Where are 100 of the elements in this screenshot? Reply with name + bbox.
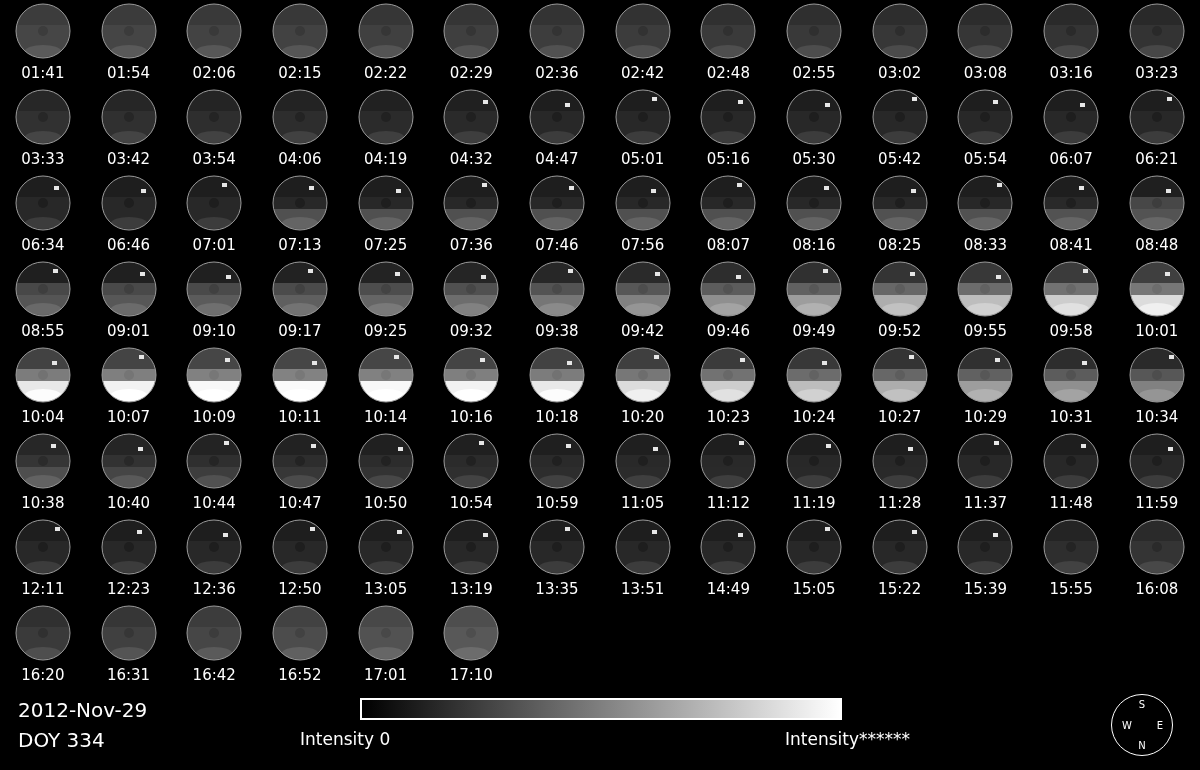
time-label: 10:20 [621, 408, 665, 426]
time-label: 10:54 [449, 494, 493, 512]
time-label: 06:34 [21, 236, 65, 254]
time-label: 10:23 [706, 408, 750, 426]
time-label: 10:11 [278, 408, 322, 426]
time-label: 02:36 [535, 64, 579, 82]
time-label: 07:36 [449, 236, 493, 254]
time-label: 01:41 [21, 64, 65, 82]
time-label: 11:37 [963, 494, 1007, 512]
time-label: 10:47 [278, 494, 322, 512]
time-label: 02:29 [449, 64, 493, 82]
time-label: 08:55 [21, 322, 65, 340]
time-label: 08:33 [963, 236, 1007, 254]
time-label: 10:04 [21, 408, 65, 426]
time-label: 15:55 [1049, 580, 1093, 598]
time-label: 02:15 [278, 64, 322, 82]
time-label: 13:19 [449, 580, 493, 598]
time-label: 02:48 [706, 64, 750, 82]
time-label: 02:42 [621, 64, 665, 82]
time-label: 16:20 [21, 666, 65, 684]
time-label: 10:27 [878, 408, 922, 426]
time-label: 06:21 [1135, 150, 1179, 168]
time-label: 11:28 [878, 494, 922, 512]
time-label: 17:01 [363, 666, 408, 684]
time-label: 11:48 [1049, 494, 1093, 512]
time-label: 04:32 [449, 150, 493, 168]
time-label: 03:23 [1135, 64, 1179, 82]
time-label: 05:16 [706, 150, 750, 168]
time-label: 10:31 [1049, 408, 1093, 426]
time-label: 02:55 [792, 64, 836, 82]
time-label: 03:33 [21, 150, 65, 168]
time-label: 17:10 [449, 666, 493, 684]
compass-letter: S [1138, 699, 1146, 710]
time-label: 12:50 [278, 580, 322, 598]
time-label: 04:47 [535, 150, 579, 168]
time-label: 08:07 [706, 236, 750, 254]
time-label: 15:22 [878, 580, 922, 598]
time-label: 03:42 [106, 150, 151, 168]
compass-letter: N [1138, 740, 1146, 751]
time-label: 10:34 [1135, 408, 1179, 426]
time-label: 16:42 [192, 666, 236, 684]
time-label: 10:59 [535, 494, 579, 512]
time-label: 09:49 [792, 322, 836, 340]
time-label: 02:06 [192, 64, 236, 82]
time-label: 13:05 [363, 580, 408, 598]
time-label: 11:59 [1135, 494, 1179, 512]
time-label: 10:29 [963, 408, 1007, 426]
time-label: 09:55 [963, 322, 1007, 340]
time-label: 05:42 [878, 150, 922, 168]
time-label: 12:23 [106, 580, 151, 598]
time-label: 07:25 [363, 236, 408, 254]
time-label: 03:54 [192, 150, 236, 168]
time-label: 07:46 [535, 236, 579, 254]
time-label: 09:17 [278, 322, 322, 340]
date-label: 2012-Nov-29 [18, 698, 148, 722]
time-label: 03:02 [878, 64, 922, 82]
time-label: 07:13 [278, 236, 322, 254]
time-label: 16:52 [278, 666, 322, 684]
time-label: 11:05 [621, 494, 665, 512]
time-label: 10:44 [192, 494, 236, 512]
time-label: 15:39 [963, 580, 1007, 598]
time-label: 05:30 [792, 150, 836, 168]
time-label: 09:10 [192, 322, 236, 340]
time-label: 15:05 [792, 580, 836, 598]
time-label: 06:07 [1049, 150, 1093, 168]
time-label: 10:14 [363, 408, 408, 426]
compass-letter: E [1156, 719, 1163, 731]
time-label: 08:48 [1135, 236, 1179, 254]
time-label: 14:49 [706, 580, 750, 598]
time-label: 10:09 [192, 408, 236, 426]
time-label: 08:25 [878, 236, 922, 254]
compass-letter: W [1122, 719, 1132, 731]
time-label: 10:50 [363, 494, 408, 512]
time-label: 13:35 [535, 580, 579, 598]
max-intensity-label: Intensity****** [785, 729, 910, 749]
time-label: 13:51 [621, 580, 665, 598]
time-label: 09:38 [535, 322, 579, 340]
time-label: 07:01 [192, 236, 236, 254]
time-label: 02:22 [363, 64, 408, 82]
time-label: 05:01 [621, 150, 665, 168]
time-label: 11:19 [792, 494, 836, 512]
time-label: 16:31 [106, 666, 151, 684]
time-label: 16:08 [1135, 580, 1179, 598]
time-label: 07:56 [621, 236, 665, 254]
time-label: 04:19 [363, 150, 408, 168]
time-label: 10:07 [106, 408, 151, 426]
time-label: 10:01 [1135, 322, 1179, 340]
time-label: 10:38 [21, 494, 65, 512]
time-label: 09:25 [363, 322, 408, 340]
time-label: 10:40 [106, 494, 151, 512]
time-label: 09:58 [1049, 322, 1093, 340]
time-label: 06:46 [106, 236, 151, 254]
time-label: 09:42 [621, 322, 665, 340]
time-label: 05:54 [963, 150, 1007, 168]
time-label: 09:01 [106, 322, 151, 340]
time-label: 04:06 [278, 150, 322, 168]
time-label: 09:46 [706, 322, 750, 340]
time-label: 03:16 [1049, 64, 1093, 82]
day-of-year-label: DOY 334 [18, 728, 105, 752]
time-label: 08:16 [792, 236, 836, 254]
